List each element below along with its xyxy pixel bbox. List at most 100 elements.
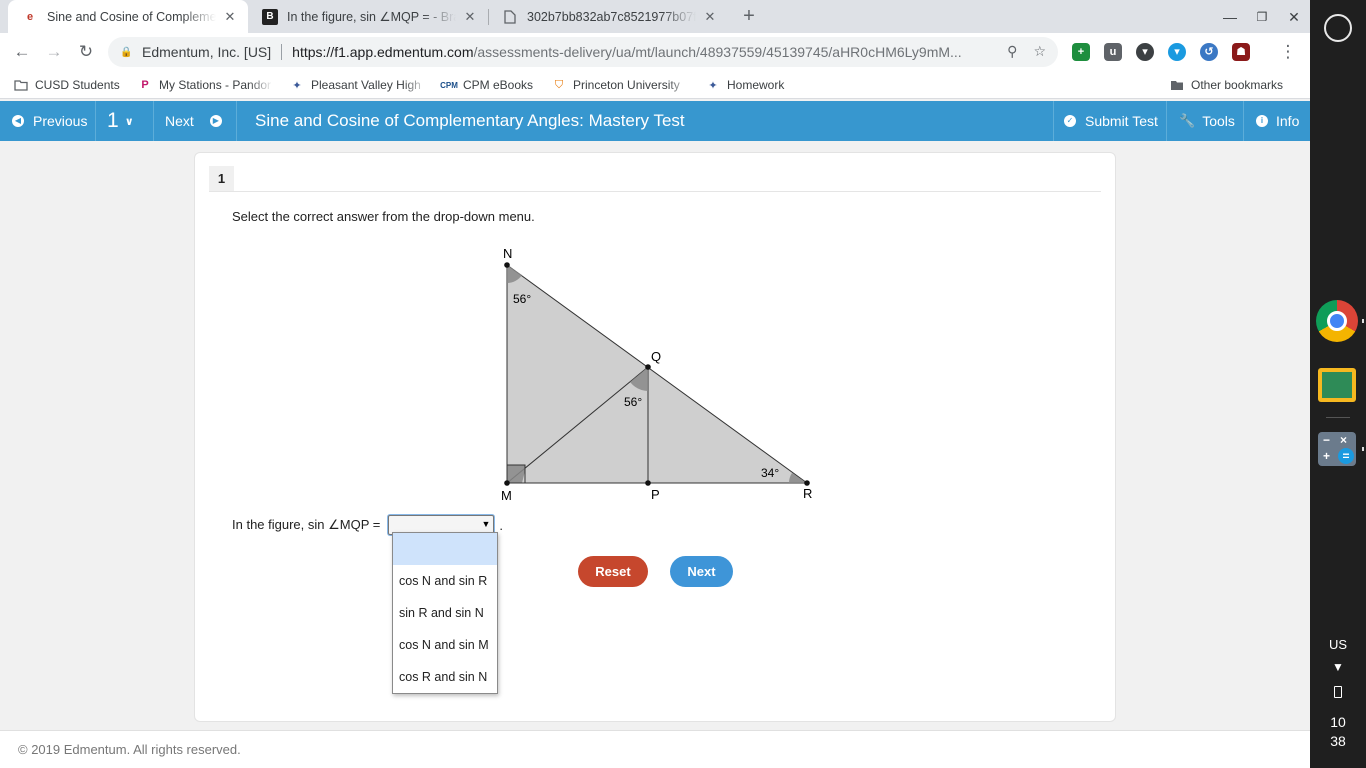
brainly-icon: B <box>262 8 278 25</box>
bookmark-label: Princeton University <box>573 78 680 92</box>
bookmark-label: My Stations - Pandor <box>159 78 272 92</box>
url-host: https://f1.app.edmentum.com <box>292 44 474 60</box>
shield-icon[interactable]: ▾ <box>1136 43 1154 61</box>
divider <box>1053 101 1054 141</box>
period: . <box>499 517 503 533</box>
back-icon[interactable]: ← <box>10 40 34 64</box>
school-icon: ✦ <box>708 79 718 92</box>
chevron-down-icon: ∨ <box>124 115 134 128</box>
question-tab: 1 <box>209 166 234 192</box>
document-icon <box>502 9 518 25</box>
ghost-icon[interactable]: ☗ <box>1232 43 1250 61</box>
bookmark-cpm[interactable]: CPM CPM eBooks <box>440 76 533 94</box>
reset-button[interactable]: Reset <box>578 556 648 587</box>
next-question-button[interactable]: Next ▶ <box>165 101 222 141</box>
bookmark-label: Other bookmarks <box>1191 78 1284 92</box>
forward-icon[interactable]: → <box>42 40 66 64</box>
arrow-right-icon: ▶ <box>209 115 222 127</box>
shield-crest-icon: ⛉ <box>554 78 564 91</box>
divider <box>1326 417 1350 418</box>
next-button[interactable]: Next <box>670 556 733 587</box>
dropdown-option[interactable]: cos N and sin M <box>393 629 497 661</box>
answer-dropdown-list: cos N and sin R sin R and sin N cos N an… <box>392 532 498 694</box>
dropdown-option[interactable]: cos N and sin R <box>393 565 497 597</box>
chrome-icon[interactable] <box>1316 300 1358 342</box>
school-icon: ✦ <box>292 79 302 92</box>
running-indicator <box>1362 319 1364 323</box>
question-selector[interactable]: 1 ∨ <box>107 101 134 141</box>
bookmark-cusd[interactable]: CUSD Students <box>14 76 120 94</box>
star-icon[interactable]: ☆ <box>1033 43 1046 60</box>
new-tab-button[interactable]: + <box>738 5 760 27</box>
other-bookmarks[interactable]: Other bookmarks <box>1170 76 1283 94</box>
browser-toolbar: ← → ↻ 🔒 Edmentum, Inc. [US] https://f1.a… <box>0 33 1310 71</box>
info-icon: i <box>1256 115 1268 127</box>
prompt-text: In the figure, sin ∠MQP = <box>232 517 381 532</box>
tab-title: In the figure, sin ∠MQP = - Brain <box>287 10 456 24</box>
tools-button[interactable]: 🔧 Tools <box>1179 101 1235 141</box>
menu-icon[interactable]: ⋮ <box>1276 40 1300 64</box>
previous-button[interactable]: ◀ Previous <box>12 101 87 141</box>
triangle-figure: N Q M P R 56° 56° 34° <box>501 246 812 503</box>
info-button[interactable]: i Info <box>1256 101 1299 141</box>
instruction-text: Select the correct answer from the drop-… <box>232 209 535 224</box>
url-path: /assessments-delivery/ua/mt/launch/48937… <box>473 44 962 60</box>
tab-sine-cosine[interactable]: e Sine and Cosine of Complement ✕ <box>8 0 248 33</box>
reload-icon[interactable]: ↻ <box>74 40 98 64</box>
tab-image[interactable]: 302b7bb832ab7c8521977b07f ✕ <box>488 0 728 33</box>
ublock-icon[interactable]: u <box>1104 43 1122 61</box>
launcher-icon[interactable] <box>1324 14 1352 42</box>
bookmark-pandora[interactable]: P My Stations - Pandor <box>138 76 273 94</box>
battery-icon[interactable] <box>1334 686 1342 698</box>
copyright-text: © 2019 Edmentum. All rights reserved. <box>18 742 241 757</box>
sync-icon[interactable]: ↺ <box>1200 43 1218 61</box>
os-shelf: − × + = US ▼ 10 38 <box>1310 0 1366 768</box>
tab-title: 302b7bb832ab7c8521977b07f <box>527 9 696 24</box>
bookmark-princeton[interactable]: ⛉ Princeton University <box>552 76 692 94</box>
angle-arc-r <box>788 473 807 483</box>
zoom-icon[interactable]: ⚲ <box>1007 43 1017 60</box>
calculator-icon[interactable]: − × + = <box>1318 432 1356 466</box>
tab-brainly[interactable]: B In the figure, sin ∠MQP = - Brain ✕ <box>248 0 488 33</box>
edmentum-icon: e <box>26 10 34 23</box>
label-q: Q <box>651 349 661 364</box>
clock-minute[interactable]: 38 <box>1310 733 1366 749</box>
pandora-icon: P <box>141 79 149 91</box>
site-identity: Edmentum, Inc. [US] <box>142 44 272 60</box>
minimize-icon[interactable]: — <box>1219 6 1241 28</box>
submit-test-button[interactable]: ✓ Submit Test <box>1064 101 1158 141</box>
dropdown-option-blank[interactable] <box>393 533 497 565</box>
vpn-icon[interactable]: ▾ <box>1168 43 1186 61</box>
assessment-header: ◀ Previous 1 ∨ Next ▶ Sine and Cosine of… <box>0 101 1310 141</box>
close-icon[interactable]: ✕ <box>222 9 238 25</box>
close-window-icon[interactable]: ✕ <box>1283 6 1305 28</box>
extension-icon[interactable]: + <box>1072 43 1090 61</box>
footer: © 2019 Edmentum. All rights reserved. <box>0 730 1310 768</box>
clock-hour[interactable]: 10 <box>1310 714 1366 730</box>
bookmark-pleasant-valley[interactable]: ✦ Pleasant Valley High <box>290 76 428 94</box>
wifi-icon[interactable]: ▼ <box>1310 660 1366 674</box>
restore-icon[interactable]: ❐ <box>1251 6 1273 28</box>
angle-n-label: 56° <box>513 292 531 306</box>
dropdown-option[interactable]: sin R and sin N <box>393 597 497 629</box>
label-m: M <box>501 488 512 503</box>
divider <box>281 44 283 60</box>
page-title: Sine and Cosine of Complementary Angles:… <box>255 111 685 130</box>
lock-icon: 🔒 <box>120 46 133 58</box>
close-icon[interactable]: ✕ <box>462 9 478 25</box>
divider <box>1166 101 1167 141</box>
divider <box>95 101 96 141</box>
tab-title: Sine and Cosine of Complement <box>47 9 216 24</box>
bookmark-homework[interactable]: ✦ Homework <box>706 76 784 94</box>
arrow-left-icon: ◀ <box>12 115 24 127</box>
dropdown-option[interactable]: cos R and sin N <box>393 661 497 693</box>
address-bar[interactable]: 🔒 Edmentum, Inc. [US] https://f1.app.edm… <box>108 37 1058 67</box>
close-icon[interactable]: ✕ <box>702 9 718 25</box>
folder-icon <box>14 78 28 92</box>
language-indicator[interactable]: US <box>1310 637 1366 652</box>
right-angle-m <box>507 465 525 483</box>
bookmarks-bar: CUSD Students P My Stations - Pandor ✦ P… <box>0 71 1310 99</box>
classroom-icon[interactable] <box>1318 368 1356 402</box>
label-r: R <box>803 486 812 501</box>
angle-q-label: 56° <box>624 395 642 409</box>
